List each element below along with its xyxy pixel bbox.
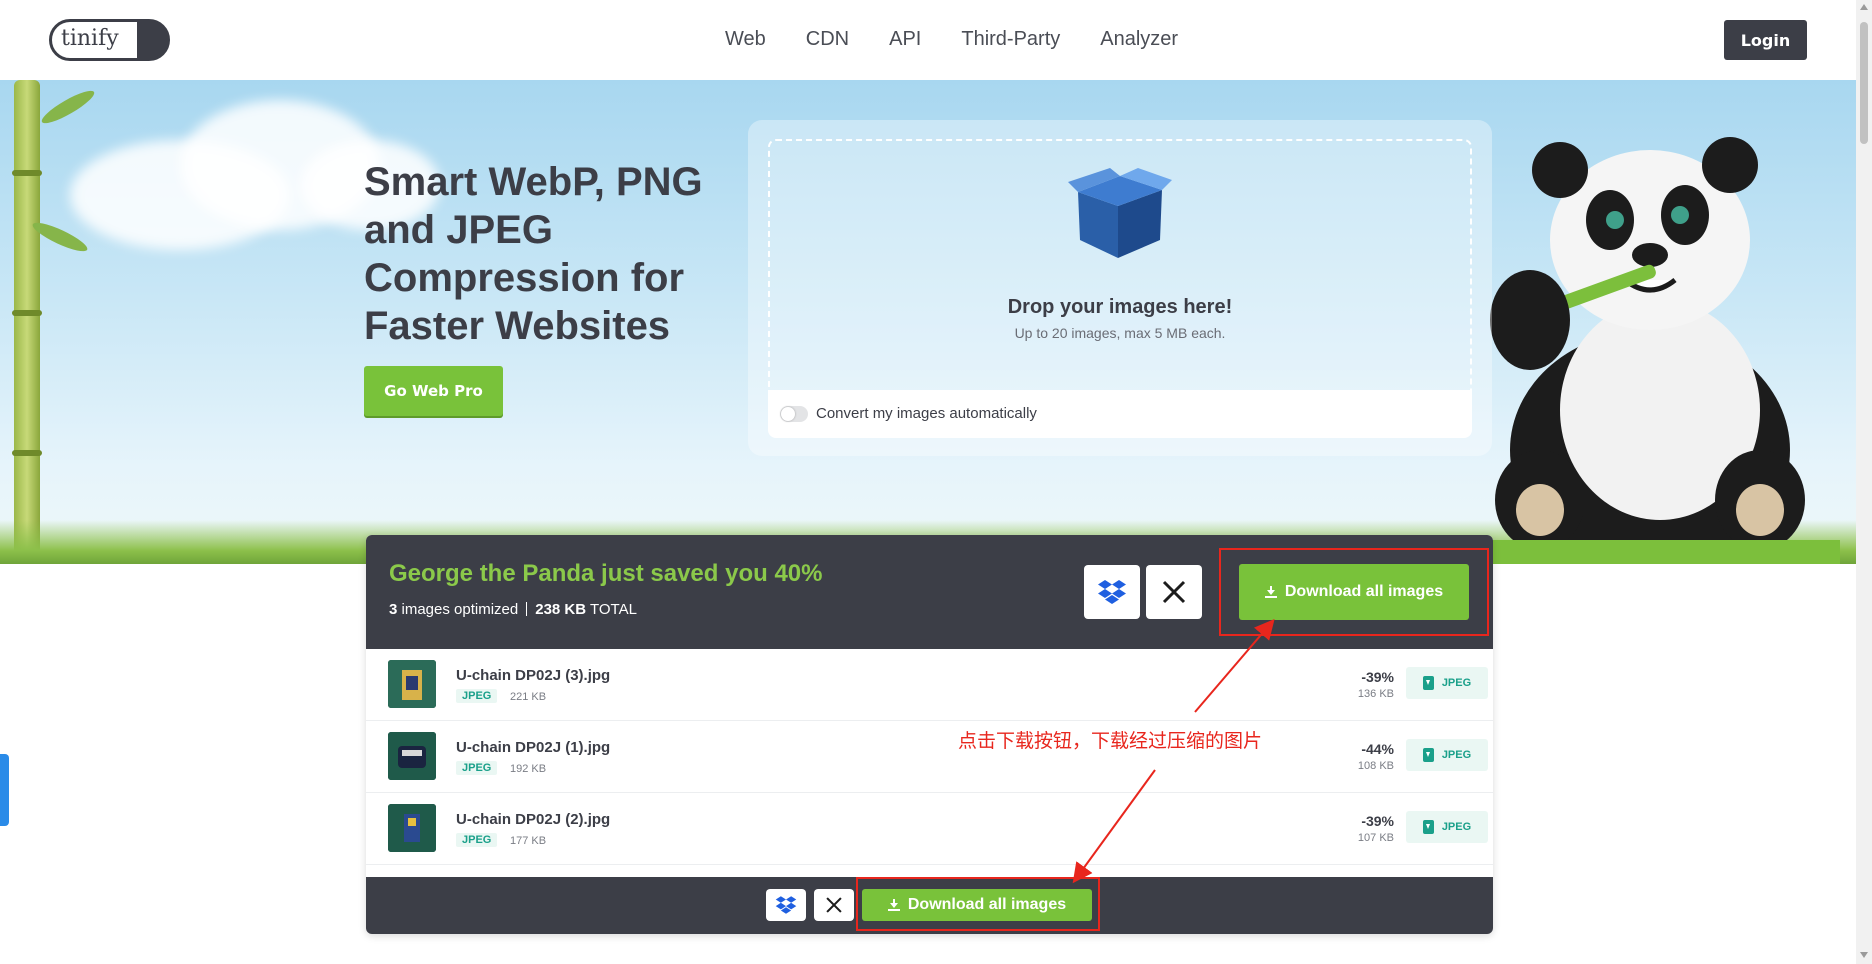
footer-dropbox-button[interactable]	[766, 889, 806, 921]
bamboo-stalk-decoration	[14, 80, 40, 564]
file-thumbnail[interactable]	[388, 732, 436, 780]
dropbox-button[interactable]	[1084, 565, 1140, 619]
feedback-side-tab[interactable]	[0, 754, 9, 826]
bamboo-node-decoration	[12, 310, 42, 316]
new-size: 107 KB	[1357, 832, 1394, 844]
dropbox-icon	[1098, 580, 1126, 604]
hero-headline: Smart WebP, PNG and JPEG Compression for…	[364, 160, 703, 348]
logo-text: tinify	[61, 26, 119, 51]
site-header: tinify Web CDN API Third-Party Analyzer …	[0, 0, 1856, 80]
login-button[interactable]: Login	[1724, 20, 1807, 60]
x-share-button[interactable]	[1146, 565, 1202, 619]
annotation-highlight-box	[1219, 548, 1489, 636]
thumbnail-image	[388, 660, 436, 708]
file-type-badge: JPEG	[456, 689, 498, 703]
dropbox-icon	[775, 896, 797, 914]
file-thumbnail[interactable]	[388, 660, 436, 708]
x-logo-icon	[826, 897, 842, 913]
format-label: JPEG	[1441, 749, 1472, 761]
format-label: JPEG	[1441, 677, 1472, 689]
annotation-highlight-box	[856, 877, 1100, 931]
total-size: 238 KB	[535, 601, 587, 618]
convert-label: Convert my images automatically	[816, 405, 1037, 422]
saving-percent: -39%	[1361, 813, 1394, 829]
footer-x-share-button[interactable]	[814, 889, 854, 921]
go-web-pro-button[interactable]: Go Web Pro	[364, 366, 503, 416]
images-label: images optimized	[401, 601, 519, 618]
nav-analyzer[interactable]: Analyzer	[1100, 28, 1178, 51]
page-scrollbar[interactable]	[1856, 0, 1872, 964]
scroll-down-arrow-icon[interactable]	[1860, 952, 1868, 958]
original-size: 192 KB	[510, 763, 547, 775]
annotation-text: 点击下载按钮，下载经过压缩的图片	[958, 730, 1263, 752]
toggle-knob	[781, 407, 795, 421]
nav-cdn[interactable]: CDN	[806, 28, 849, 51]
file-name: U-chain DP02J (3).jpg	[456, 667, 611, 684]
format-label: JPEG	[1441, 821, 1472, 833]
hero-section: Smart WebP, PNG and JPEG Compression for…	[0, 80, 1856, 564]
file-download-icon	[1422, 676, 1434, 690]
file-type-badge: JPEG	[456, 833, 498, 847]
upload-box-icon	[1068, 168, 1172, 258]
scrollbar-thumb[interactable]	[1860, 22, 1868, 144]
file-download-icon	[1422, 748, 1434, 762]
images-count: 3	[389, 601, 398, 618]
main-nav: Web CDN API Third-Party Analyzer	[725, 28, 1178, 51]
saving-percent: -39%	[1361, 669, 1394, 685]
separator	[526, 602, 528, 616]
new-size: 136 KB	[1357, 688, 1394, 700]
nav-api[interactable]: API	[889, 28, 921, 51]
original-size: 177 KB	[510, 835, 547, 847]
original-size: 221 KB	[510, 691, 547, 703]
bamboo-node-decoration	[12, 170, 42, 176]
total-label: TOTAL	[590, 601, 637, 618]
download-file-button[interactable]: JPEG	[1406, 739, 1488, 771]
scroll-up-arrow-icon[interactable]	[1860, 4, 1868, 10]
new-size: 108 KB	[1357, 760, 1394, 772]
x-logo-icon	[1162, 580, 1186, 604]
savings-title: George the Panda just saved you 40%	[389, 560, 823, 587]
file-download-icon	[1422, 820, 1434, 834]
savings-summary: 3 images optimized 238 KB TOTAL	[389, 601, 637, 618]
drop-subtitle: Up to 20 images, max 5 MB each.	[1014, 325, 1226, 341]
file-name: U-chain DP02J (2).jpg	[456, 811, 611, 828]
leaf-decoration	[38, 85, 98, 129]
file-thumbnail[interactable]	[388, 804, 436, 852]
panda-mascot-illustration	[1460, 137, 1840, 564]
download-file-button[interactable]: JPEG	[1406, 811, 1488, 843]
file-type-badge: JPEG	[456, 761, 498, 775]
file-row: U-chain DP02J (3).jpg JPEG 221 KB -39% 1…	[366, 649, 1493, 721]
download-file-button[interactable]: JPEG	[1406, 667, 1488, 699]
drop-title: Drop your images here!	[1007, 296, 1233, 318]
file-row: U-chain DP02J (1).jpg JPEG 192 KB -44% 1…	[366, 721, 1493, 793]
file-row: U-chain DP02J (2).jpg JPEG 177 KB -39% 1…	[366, 793, 1493, 865]
tinify-logo[interactable]: tinify	[49, 19, 170, 61]
nav-third-party[interactable]: Third-Party	[961, 28, 1060, 51]
file-name: U-chain DP02J (1).jpg	[456, 739, 611, 756]
thumbnail-image	[388, 804, 436, 852]
bamboo-node-decoration	[12, 450, 42, 456]
nav-web[interactable]: Web	[725, 28, 766, 51]
saving-percent: -44%	[1361, 741, 1394, 757]
thumbnail-image	[388, 732, 436, 780]
